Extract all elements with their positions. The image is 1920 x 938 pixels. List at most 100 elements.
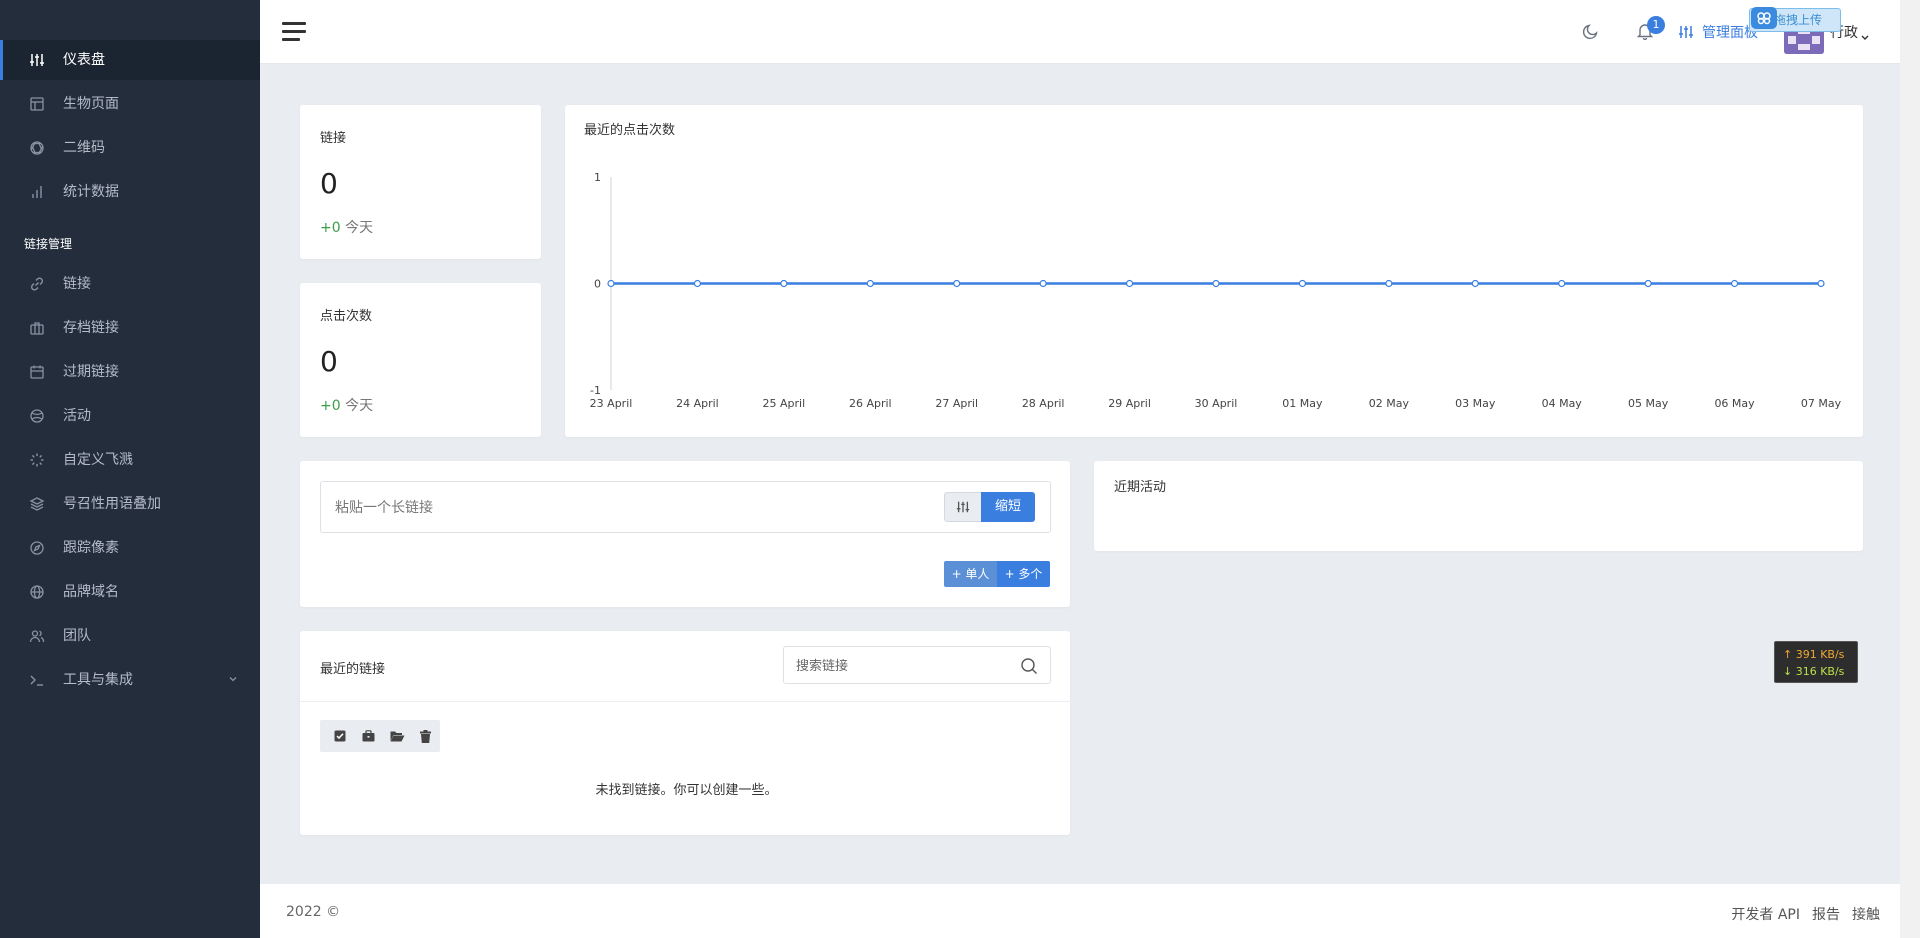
sidebar: 仪表盘 生物页面 二维码 统计数据 链接管理 链接 存档链接 过期链接 活动 自… <box>0 0 260 938</box>
chart-x-tick-label: 26 April <box>849 397 892 410</box>
sidebar-item-label: 统计数据 <box>63 184 119 200</box>
cloud-icon[interactable] <box>1751 7 1777 29</box>
sidebar-item-dashboard[interactable]: 仪表盘 <box>0 40 260 80</box>
sidebar-item-tools-integrations[interactable]: 工具与集成 <box>0 660 260 700</box>
sidebar-item-label: 品牌域名 <box>63 584 119 600</box>
chart-point <box>1125 279 1134 288</box>
chevron-down-icon[interactable] <box>1860 28 1870 47</box>
search-field <box>783 646 1051 684</box>
footer: 2022 © 开发者 API 报告 接触 <box>260 884 1900 938</box>
sidebar-item-branded-domains[interactable]: 品牌域名 <box>0 572 260 612</box>
compass-icon <box>28 539 46 557</box>
sidebar-item-links[interactable]: 链接 <box>0 264 260 304</box>
admin-panel-link[interactable]: 管理面板 <box>1678 22 1758 42</box>
chart-x-tick-label: 01 May <box>1282 397 1323 410</box>
sidebar-item-custom-splash[interactable]: 自定义飞溅 <box>0 440 260 480</box>
scrollbar[interactable] <box>1900 0 1920 938</box>
footer-link-developer-api[interactable]: 开发者 API <box>1731 904 1800 924</box>
recent-activity-title: 近期活动 <box>1114 480 1167 495</box>
calendar-icon <box>28 363 46 381</box>
sliders-icon <box>1679 26 1693 38</box>
sidebar-item-label: 活动 <box>63 408 91 424</box>
chart-point <box>953 279 961 288</box>
single-link-button[interactable]: + 单人 <box>944 561 997 587</box>
link-options-button[interactable] <box>944 492 982 522</box>
archive-briefcase-icon[interactable] <box>355 720 384 752</box>
sidebar-item-label: 存档链接 <box>63 320 119 336</box>
footer-link-report[interactable]: 报告 <box>1812 904 1840 924</box>
delete-trash-icon[interactable] <box>412 720 441 752</box>
chart-point <box>1644 279 1652 288</box>
long-link-field: 缩短 <box>320 481 1051 533</box>
chart-x-tick-label: 07 May <box>1801 397 1842 410</box>
stat-card-links: 链接 0 +0 今天 <box>300 105 541 259</box>
select-all-checkbox-icon[interactable] <box>326 720 355 752</box>
sidebar-item-bio-pages[interactable]: 生物页面 <box>0 84 260 124</box>
chart-x-tick-label: 05 May <box>1628 397 1669 410</box>
sidebar-item-qr-codes[interactable]: 二维码 <box>0 128 260 168</box>
sidebar-item-label: 过期链接 <box>63 364 119 380</box>
long-link-input[interactable] <box>335 496 935 520</box>
stat-title: 链接 <box>320 131 347 146</box>
footer-links: 开发者 API 报告 接触 <box>1731 904 1880 924</box>
sidebar-item-label: 生物页面 <box>63 96 119 112</box>
chart-point <box>1039 279 1047 288</box>
chart-point <box>866 279 874 288</box>
recent-links-title: 最近的链接 <box>320 662 386 677</box>
notification-count-badge: 1 <box>1647 16 1665 34</box>
recent-clicks-chart-card: 最近的点击次数 1 0 -1 23 April 24 April 25 April 26 A… <box>565 105 1863 437</box>
chart-point <box>693 279 702 288</box>
sidebar-item-label: 链接 <box>63 276 91 292</box>
stat-title: 点击次数 <box>320 309 373 324</box>
stat-delta: +0 今天 <box>320 395 373 415</box>
search-icon[interactable] <box>1020 657 1038 679</box>
footer-link-contact[interactable]: 接触 <box>1852 904 1880 924</box>
chart-y-tick-label: -1 <box>590 384 601 397</box>
layers-icon <box>28 495 46 513</box>
recent-clicks-chart: 1 0 -123 April 24 April 25 April 26 April 27 A… <box>590 171 1842 410</box>
dark-mode-moon-icon[interactable] <box>1582 22 1600 44</box>
chart-point <box>1298 279 1307 288</box>
recent-activity-card: 近期活动 <box>1094 461 1863 551</box>
stat-value: 0 <box>320 167 338 200</box>
chart-x-tick-label: 02 May <box>1369 397 1410 410</box>
sidebar-item-label: 自定义飞溅 <box>63 452 133 468</box>
chart-x-tick-label: 03 May <box>1455 397 1496 410</box>
sidebar-item-statistics[interactable]: 统计数据 <box>0 172 260 212</box>
download-speed: ↓ 316 KB/s <box>1783 665 1845 678</box>
sidebar-item-archived-links[interactable]: 存档链接 <box>0 308 260 348</box>
stat-delta: +0 今天 <box>320 217 373 237</box>
chart-x-tick-label: 28 April <box>1022 397 1065 410</box>
menu-toggle-icon[interactable] <box>282 22 306 42</box>
sidebar-item-teams[interactable]: 团队 <box>0 616 260 656</box>
sidebar-item-cta-overlays[interactable]: 号召性用语叠加 <box>0 484 260 524</box>
sidebar-item-campaigns[interactable]: 活动 <box>0 396 260 436</box>
chart-point <box>1385 279 1393 288</box>
stat-value: 0 <box>320 345 338 378</box>
link-icon <box>28 275 46 293</box>
layout-icon <box>28 95 46 113</box>
loader-icon <box>28 451 46 469</box>
chart-x-tick-label: 06 May <box>1714 397 1755 410</box>
chart-point <box>1471 279 1479 288</box>
chart-x-tick-label: 25 April <box>763 397 806 410</box>
chevron-down-icon <box>228 672 238 688</box>
sidebar-item-expired-links[interactable]: 过期链接 <box>0 352 260 392</box>
chart-y-tick-label: 0 <box>594 278 601 291</box>
chart-point <box>607 279 615 288</box>
folder-open-icon[interactable] <box>383 720 412 752</box>
recent-links-card: 最近的链接 未找到链接。你可以创建一些。 <box>300 631 1073 835</box>
sidebar-item-label: 工具与集成 <box>63 672 133 688</box>
delta-value: +0 <box>320 220 341 236</box>
sidebar-item-tracking-pixels[interactable]: 跟踪像素 <box>0 528 260 568</box>
globe-icon <box>28 407 46 425</box>
multiple-links-button[interactable]: + 多个 <box>997 561 1050 587</box>
shortener-card: 缩短 + 单人 + 多个 <box>300 461 1070 607</box>
chart-x-tick-label: 29 April <box>1108 397 1151 410</box>
sidebar-item-label: 团队 <box>63 628 91 644</box>
search-links-input[interactable] <box>796 656 1016 676</box>
stat-card-clicks: 点击次数 0 +0 今天 <box>300 283 541 437</box>
chart-point <box>780 279 788 288</box>
shorten-button[interactable]: 缩短 <box>981 492 1035 522</box>
chart-x-tick-label: 24 April <box>676 397 719 410</box>
